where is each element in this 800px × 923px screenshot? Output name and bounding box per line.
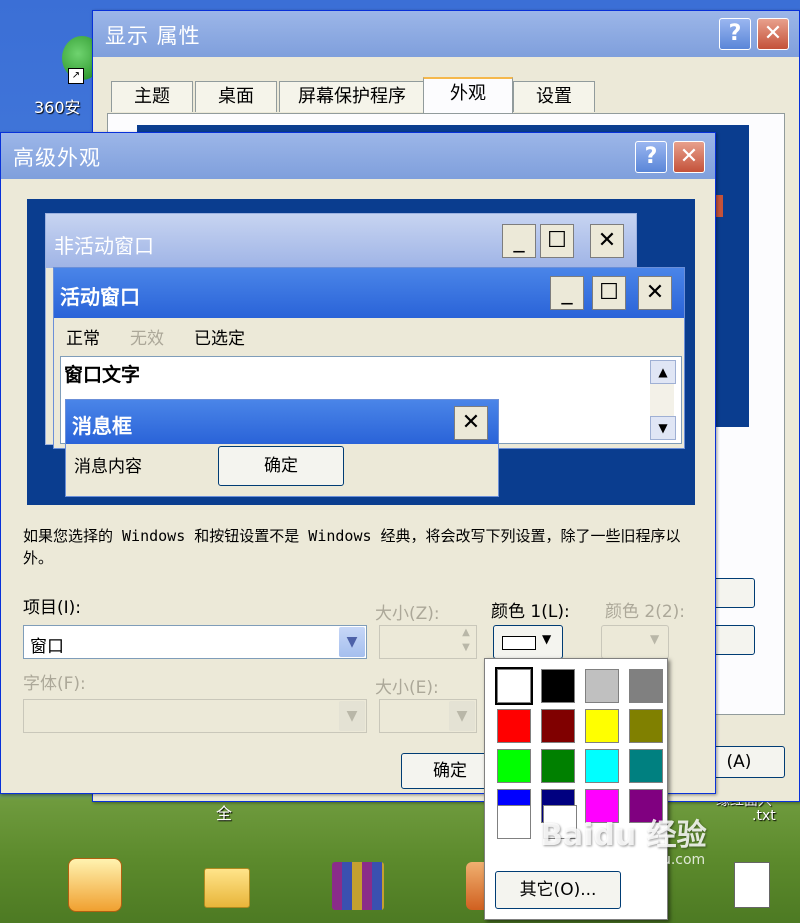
message-box-title: 消息框 bbox=[72, 414, 132, 438]
desktop-icon-label-360-2: 全 bbox=[216, 804, 233, 823]
size-label: 大小(Z): bbox=[375, 604, 440, 624]
active-window-title: 活动窗口 bbox=[60, 285, 140, 309]
color-swatch[interactable] bbox=[541, 709, 575, 743]
window-text: 窗口文字 bbox=[64, 364, 141, 386]
message-box-ok-button: 确定 bbox=[218, 446, 344, 486]
font-size-select: ▼ bbox=[379, 699, 477, 733]
item-label: 项目(I): bbox=[23, 598, 82, 618]
item-select[interactable]: 窗口 ▼ bbox=[23, 625, 367, 659]
help-button[interactable]: ? bbox=[635, 141, 667, 173]
display-properties-titlebar[interactable]: 显示 属性 ? ✕ bbox=[93, 11, 799, 57]
color-swatch[interactable] bbox=[541, 749, 575, 783]
color1-dropdown-button[interactable]: ▼ bbox=[493, 625, 563, 659]
watermark-text: Baidu 经验 bbox=[540, 818, 707, 853]
close-button[interactable]: ✕ bbox=[673, 141, 705, 173]
help-button[interactable]: ? bbox=[719, 18, 751, 50]
color-swatch[interactable] bbox=[497, 749, 531, 783]
color-swatch[interactable] bbox=[585, 669, 619, 703]
advanced-appearance-titlebar[interactable]: 高级外观 ? ✕ bbox=[1, 133, 715, 179]
font-size-label: 大小(E): bbox=[375, 678, 439, 698]
maximize-icon: ☐ bbox=[540, 224, 574, 258]
menu-normal: 正常 bbox=[66, 329, 100, 349]
close-icon: ✕ bbox=[454, 406, 488, 440]
document-icon[interactable] bbox=[734, 862, 770, 908]
color1-preview bbox=[502, 636, 536, 650]
desktop-icon-label-txt-ext: .txt bbox=[752, 808, 776, 824]
color-swatch[interactable] bbox=[629, 749, 663, 783]
tab-appearance[interactable]: 外观 bbox=[423, 77, 513, 115]
chevron-down-icon: ▼ bbox=[650, 632, 660, 646]
tab-settings[interactable]: 设置 bbox=[513, 81, 595, 112]
window-title: 显示 属性 bbox=[105, 24, 201, 48]
message-box-preview: 消息框 ✕ 消息内容 确定 bbox=[65, 399, 499, 497]
shortcut-arrow-icon: ↗ bbox=[68, 68, 84, 84]
minimize-icon: _ bbox=[502, 224, 536, 258]
dialog-title: 高级外观 bbox=[13, 146, 101, 170]
color2-label: 颜色 2(2): bbox=[605, 602, 686, 622]
color-swatch[interactable] bbox=[495, 667, 533, 705]
other-colors-label: 其它(O)... bbox=[519, 880, 597, 900]
active-titlebar bbox=[54, 268, 684, 318]
stepper-up-icon: ▲ bbox=[462, 627, 470, 638]
scroll-down-icon: ▼ bbox=[650, 416, 676, 440]
font-label: 字体(F): bbox=[23, 674, 86, 694]
apply-button-label: (A) bbox=[726, 752, 752, 772]
color-swatch[interactable] bbox=[629, 709, 663, 743]
pps-icon[interactable] bbox=[68, 858, 122, 912]
menu-selected: 已选定 bbox=[194, 329, 245, 349]
chevron-down-icon: ▼ bbox=[339, 701, 365, 731]
tab-screensaver[interactable]: 屏幕保护程序 bbox=[279, 81, 425, 112]
scroll-up-icon: ▲ bbox=[650, 360, 676, 384]
size-stepper: ▲ ▼ bbox=[379, 625, 477, 659]
baidu-watermark-url: jingyan.baidu.com bbox=[576, 852, 706, 868]
ok-button-label: 确定 bbox=[433, 761, 467, 781]
item-value: 窗口 bbox=[30, 637, 64, 657]
chevron-down-icon[interactable]: ▼ bbox=[339, 627, 365, 657]
color-swatch[interactable] bbox=[585, 709, 619, 743]
custom-swatch-empty bbox=[497, 805, 531, 839]
color-swatch[interactable] bbox=[585, 749, 619, 783]
color-picker-popup: 其它(O)... bbox=[484, 658, 668, 920]
inactive-window-title: 非活动窗口 bbox=[54, 234, 154, 258]
scrollbar: ▲ ▼ bbox=[650, 360, 676, 440]
color-swatch[interactable] bbox=[629, 669, 663, 703]
message-box-ok-label: 确定 bbox=[264, 456, 298, 476]
menu-disabled: 无效 bbox=[130, 329, 164, 349]
tab-theme[interactable]: 主题 bbox=[111, 81, 193, 112]
baidu-watermark: Baidu 经验 bbox=[540, 810, 707, 854]
chevron-down-icon: ▼ bbox=[449, 701, 475, 731]
message-box-content: 消息内容 bbox=[74, 457, 142, 477]
maximize-icon: ☐ bbox=[592, 276, 626, 310]
color2-dropdown-button: ▼ bbox=[601, 625, 669, 659]
folder-icon[interactable] bbox=[204, 868, 250, 908]
color-swatch[interactable] bbox=[541, 669, 575, 703]
close-icon: ✕ bbox=[638, 276, 672, 310]
close-button[interactable]: ✕ bbox=[757, 18, 789, 50]
compatibility-note: 如果您选择的 Windows 和按钮设置不是 Windows 经典，将会改写下列… bbox=[23, 527, 681, 567]
font-select: ▼ bbox=[23, 699, 367, 733]
minimize-icon: _ bbox=[550, 276, 584, 310]
color1-label: 颜色 1(L): bbox=[491, 602, 570, 622]
tab-desktop[interactable]: 桌面 bbox=[195, 81, 277, 112]
close-icon: ✕ bbox=[590, 224, 624, 258]
other-colors-button[interactable]: 其它(O)... bbox=[495, 871, 621, 909]
winrar-icon[interactable] bbox=[332, 862, 384, 910]
chevron-down-icon: ▼ bbox=[542, 632, 552, 646]
color-swatch[interactable] bbox=[497, 709, 531, 743]
stepper-down-icon: ▼ bbox=[462, 642, 470, 653]
desktop-icon-label-360: 360安 bbox=[34, 98, 81, 117]
